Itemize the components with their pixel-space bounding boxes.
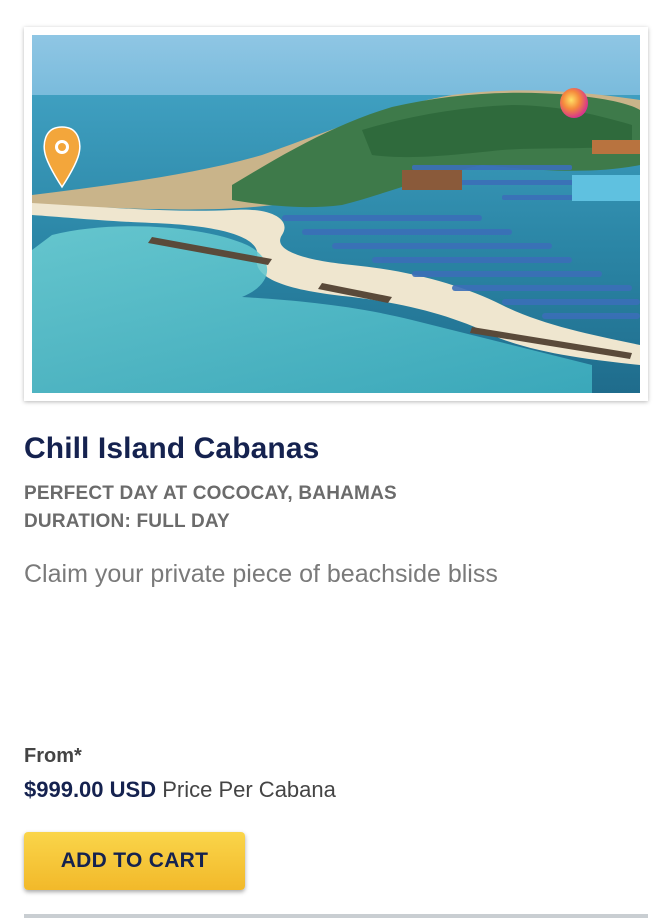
- divider: [24, 914, 648, 918]
- product-description: Claim your private piece of beachside bl…: [24, 560, 498, 588]
- price-row: $999.00 USD Price Per Cabana: [24, 777, 336, 803]
- product-image-frame[interactable]: [24, 27, 648, 401]
- duration-label: DURATION:: [24, 511, 131, 532]
- product-duration: DURATION: FULL DAY: [24, 511, 230, 533]
- product-location: PERFECT DAY AT COCOCAY, BAHAMAS: [24, 483, 397, 504]
- price-unit: Price Per Cabana: [162, 777, 336, 802]
- add-to-cart-button[interactable]: ADD TO CART: [24, 832, 245, 890]
- duration-value: FULL DAY: [136, 511, 230, 532]
- product-title[interactable]: Chill Island Cabanas: [24, 432, 319, 466]
- island-beach-photo[interactable]: [32, 35, 640, 393]
- product-card: Chill Island Cabanas PERFECT DAY AT COCO…: [0, 0, 666, 924]
- price-value: $999.00 USD: [24, 777, 157, 802]
- from-label: From*: [24, 745, 82, 767]
